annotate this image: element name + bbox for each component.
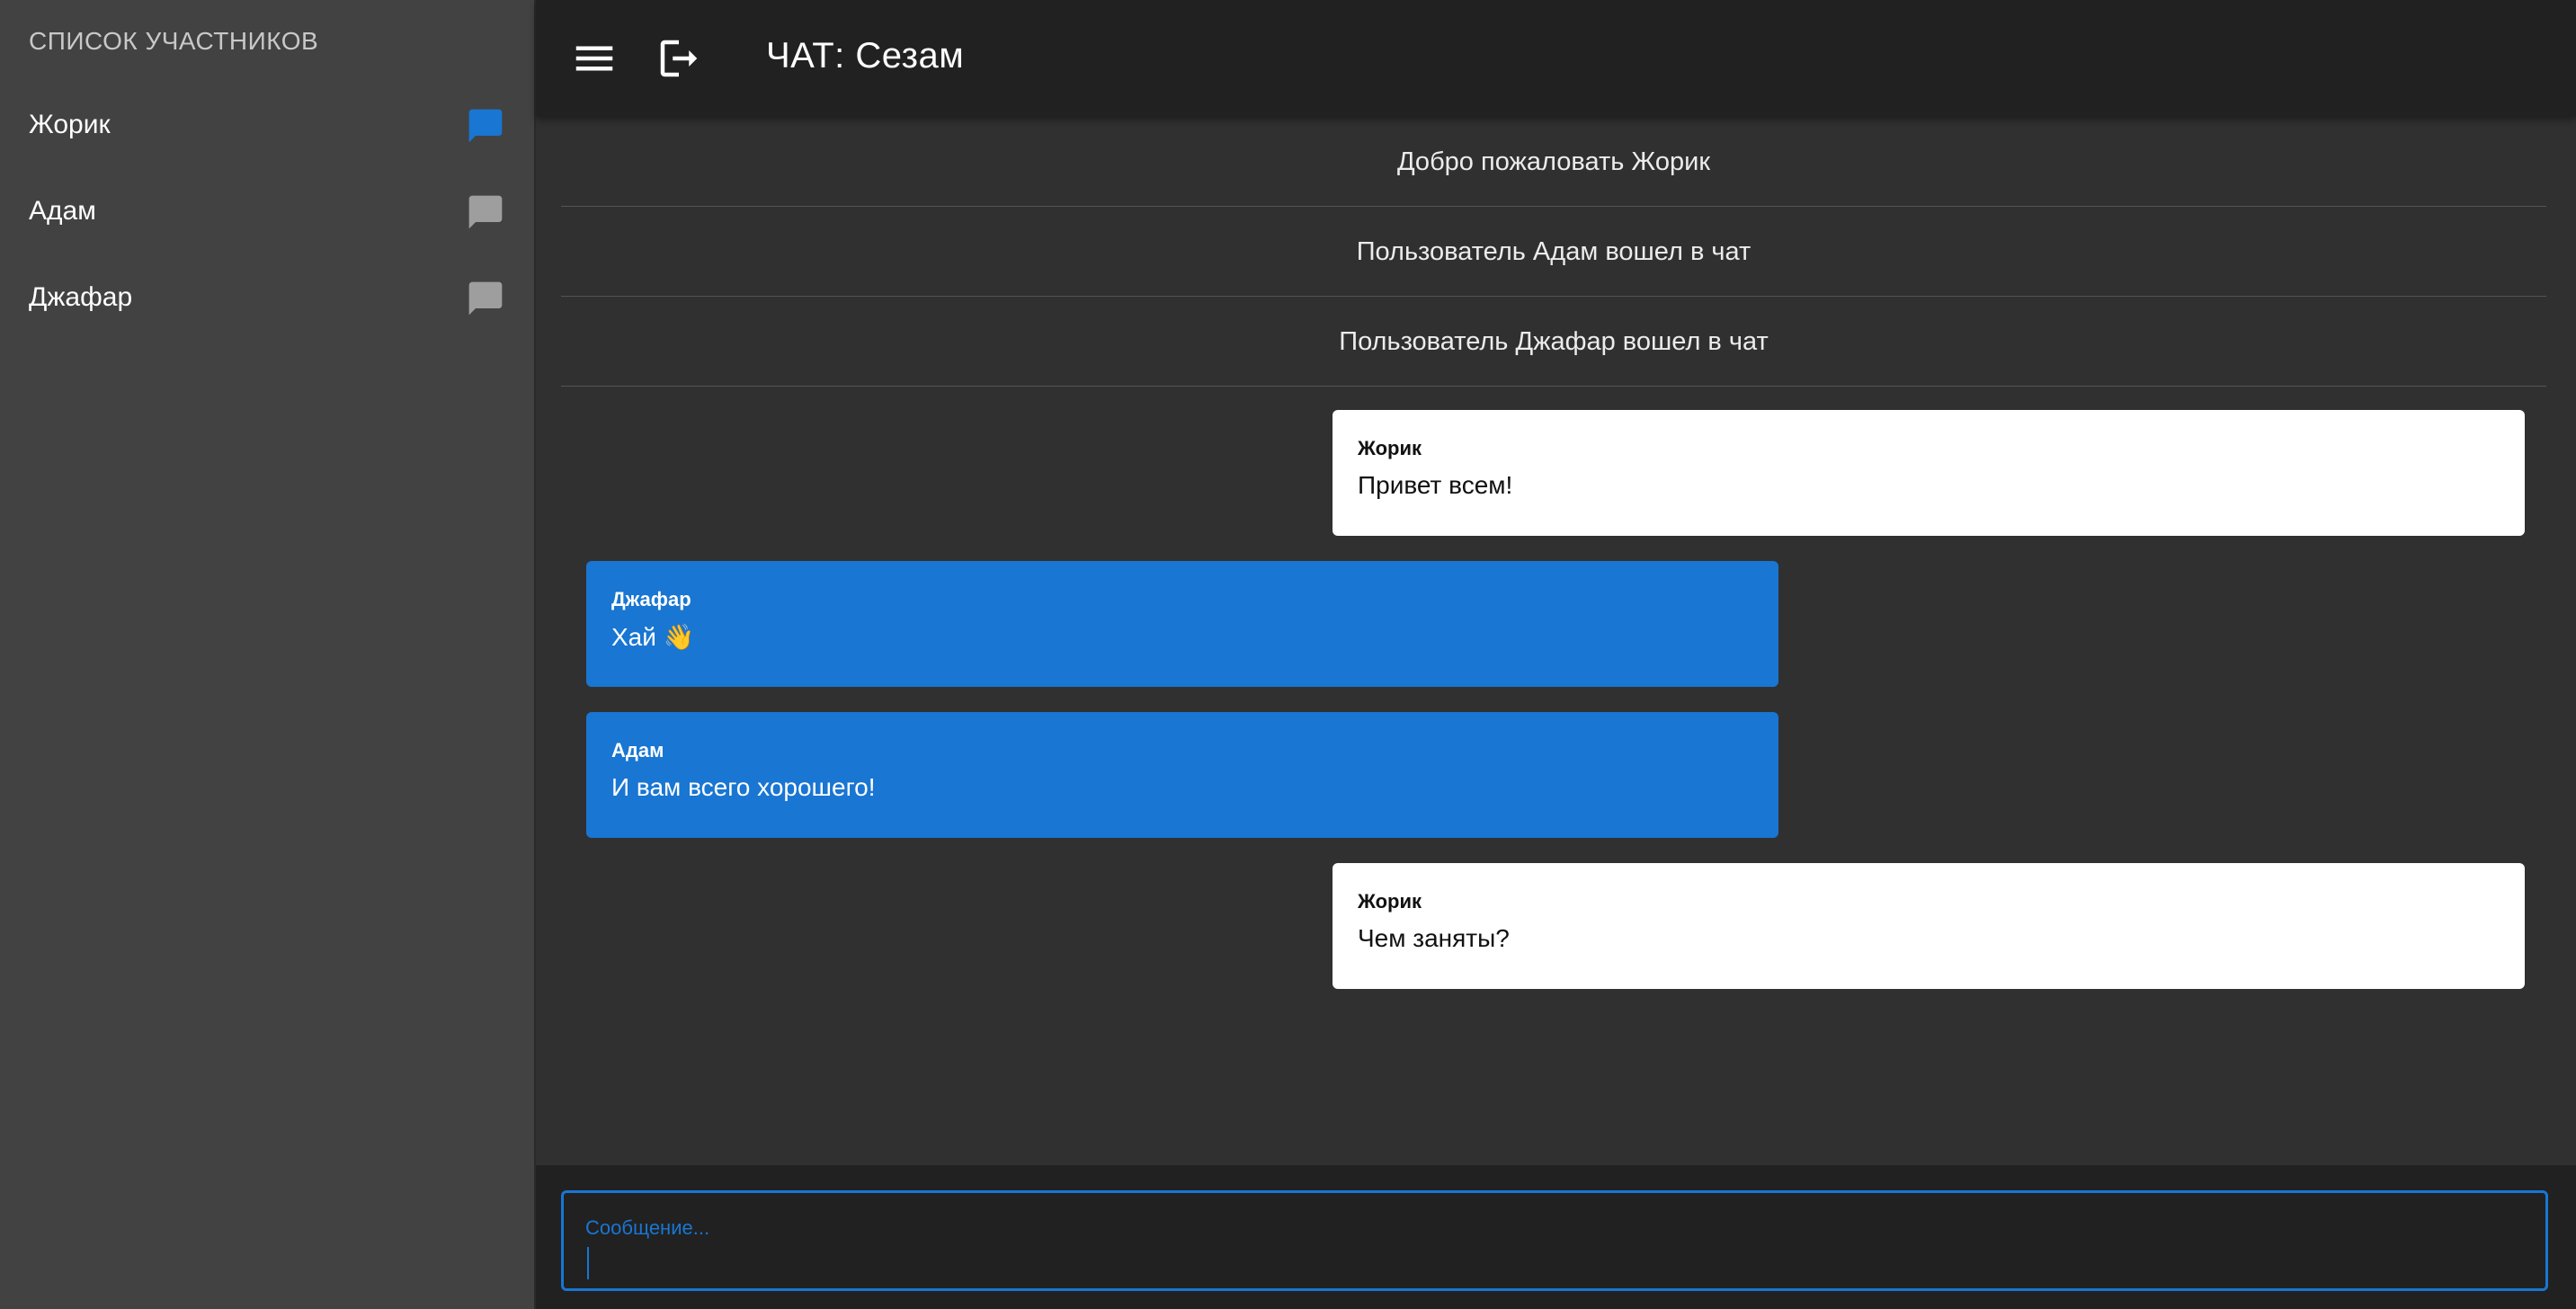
text-caret [587,1247,589,1279]
message-author: Жорик [1358,437,1422,459]
menu-icon[interactable] [570,34,619,83]
chat-app: СПИСОК УЧАСТНИКОВ Жорик Адам Джафар ЧАТ:… [0,0,2576,1309]
message-bubble-other: Джафар Хай 👋 [586,561,1778,687]
chat-bubble-icon[interactable] [466,106,505,146]
system-message: Добро пожаловать Жорик [561,117,2546,207]
member-item-zhorik[interactable]: Жорик [0,86,534,173]
chat-bubble-icon[interactable] [466,279,505,318]
message-composer: Сообщение... [536,1165,2576,1309]
member-item-dzhafar[interactable]: Джафар [0,259,534,345]
chat-messages-area: Добро пожаловать Жорик Пользователь Адам… [536,117,2576,1165]
member-name: Джафар [29,282,133,312]
message-text: Чем заняты? [1358,924,1510,952]
system-message: Пользователь Адам вошел в чат [561,207,2546,297]
system-message: Пользователь Джафар вошел в чат [561,297,2546,387]
chat-title: ЧАТ: Сезам [766,36,965,76]
message-bubble-other: Адам И вам всего хорошего! [586,712,1778,838]
message-input[interactable] [584,1243,2517,1281]
message-field[interactable]: Сообщение... [561,1190,2548,1291]
message-text: Привет всем! [1358,471,1513,499]
logout-icon[interactable] [655,34,703,83]
app-header: ЧАТ: Сезам [536,0,2576,117]
message-field-label: Сообщение... [585,1216,710,1239]
member-name: Жорик [29,110,111,139]
sidebar-title: СПИСОК УЧАСТНИКОВ [29,27,319,55]
message-author: Жорик [1358,890,1422,913]
message-bubble-own: Жорик Привет всем! [1333,410,2525,536]
message-bubble-own: Жорик Чем заняты? [1333,863,2525,989]
message-text: Хай 👋 [611,623,695,651]
member-item-adam[interactable]: Адам [0,173,534,259]
member-name: Адам [29,196,96,226]
message-author: Адам [611,739,664,761]
members-list: Жорик Адам Джафар [0,86,534,345]
message-text: И вам всего хорошего! [611,773,876,801]
message-author: Джафар [611,588,691,610]
chat-bubble-icon[interactable] [466,192,505,232]
members-sidebar: СПИСОК УЧАСТНИКОВ Жорик Адам Джафар [0,0,536,1309]
